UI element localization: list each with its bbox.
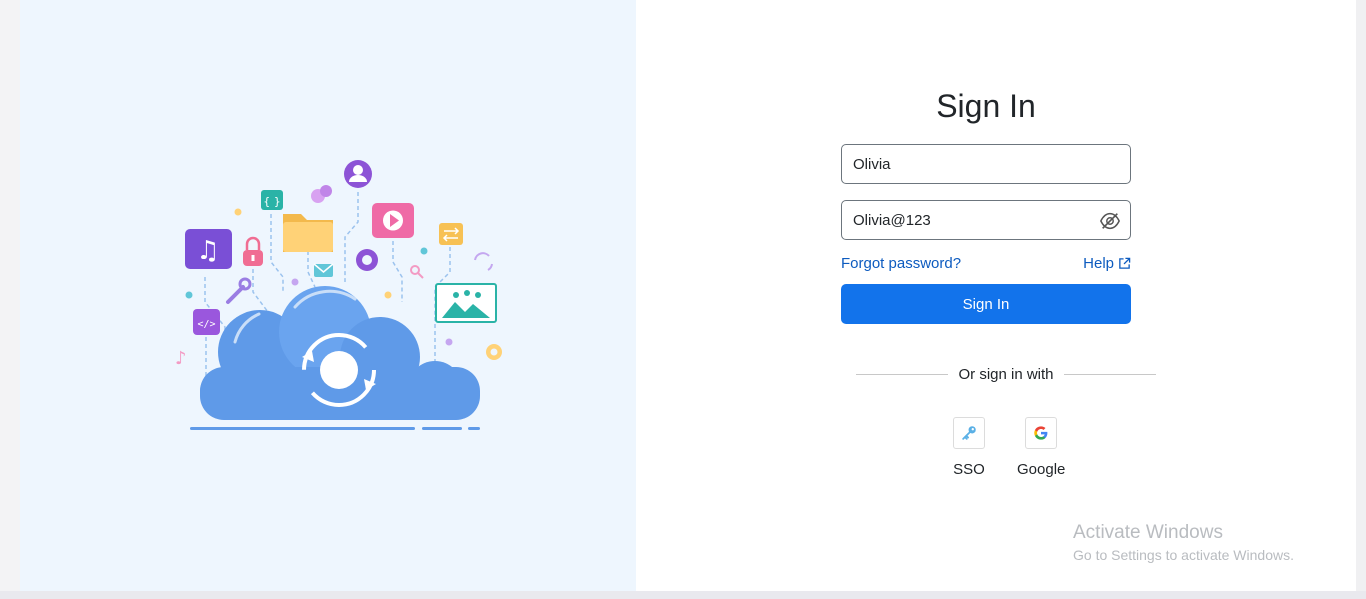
divider-label: Or sign in with: [958, 365, 1054, 383]
google-provider-button[interactable]: Google: [1017, 417, 1065, 478]
username-input[interactable]: [853, 155, 1119, 173]
braces-icon: { }: [261, 190, 283, 210]
svg-text:</>: </>: [197, 319, 215, 330]
watermark-subtitle: Go to Settings to activate Windows.: [1073, 547, 1294, 563]
eye-slash-icon[interactable]: [1099, 211, 1121, 231]
key-icon: [962, 426, 976, 440]
google-label: Google: [1017, 461, 1066, 478]
signin-title: Sign In: [936, 88, 1036, 124]
forgot-password-link[interactable]: Forgot password?: [841, 255, 961, 272]
divider-line-right: [1063, 373, 1157, 375]
username-field[interactable]: [841, 144, 1131, 184]
image-icon: [435, 283, 497, 323]
svg-text:♫: ♫: [196, 236, 219, 266]
sso-icon-box[interactable]: [953, 417, 985, 449]
divider-line-left: [856, 373, 949, 375]
note-small-icon: ♪: [175, 348, 187, 369]
external-link-icon: [1119, 257, 1131, 269]
music-app-icon: ♫: [185, 229, 232, 269]
sso-label: SSO: [953, 461, 985, 478]
transfer-icon: [439, 223, 463, 245]
cloud-sync-illustration: ♫ </> { } ♪: [175, 160, 502, 430]
code-icon: </>: [193, 309, 220, 335]
app-frame: ♫ </> { } ♪: [20, 0, 1356, 591]
signin-button[interactable]: Sign In: [841, 284, 1131, 324]
user-icon: [344, 160, 372, 188]
form-links: Forgot password? Help: [841, 255, 1131, 272]
or-divider: Or sign in with: [856, 364, 1157, 384]
video-icon: [372, 203, 414, 238]
left-panel: ♫ </> { } ♪: [20, 0, 636, 591]
bottom-scrollbar-track[interactable]: [0, 591, 1366, 599]
chat-icon: [311, 185, 332, 203]
help-link[interactable]: Help: [1083, 255, 1131, 272]
activate-windows-watermark: Activate Windows Go to Settings to activ…: [1073, 522, 1294, 563]
watermark-title: Activate Windows: [1073, 522, 1223, 543]
help-label: Help: [1083, 255, 1114, 272]
refresh-small-icon: [474, 252, 490, 261]
svg-text:{ }: { }: [263, 195, 281, 208]
gear-icon: [356, 249, 378, 271]
gear-small-icon: [486, 344, 502, 360]
search-icon: [410, 265, 424, 279]
google-g-icon: [1034, 426, 1048, 440]
lock-icon: [243, 236, 263, 266]
mail-icon: [313, 263, 334, 277]
folder-icon: [283, 214, 333, 252]
password-input[interactable]: [853, 211, 1119, 229]
scrollbar-track[interactable]: [1356, 0, 1366, 599]
password-field[interactable]: [841, 200, 1131, 240]
google-icon-box[interactable]: [1025, 417, 1058, 449]
wrench-icon: [226, 285, 245, 304]
sso-provider-button[interactable]: SSO: [953, 417, 985, 478]
